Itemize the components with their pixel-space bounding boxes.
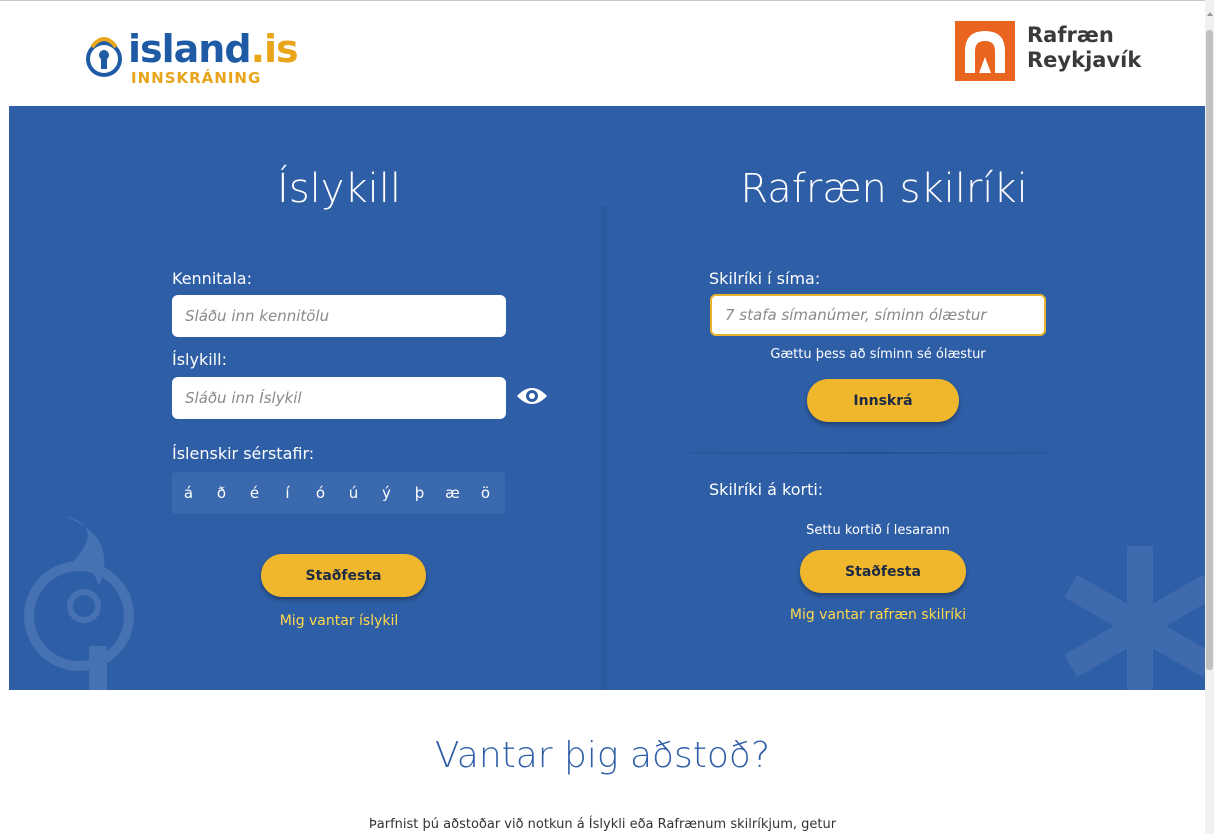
- kennitala-label: Kennitala:: [172, 269, 252, 288]
- header: island.is INNSKRÁNING Rafræn Reykjavík: [0, 1, 1205, 106]
- column-divider: [599, 206, 609, 690]
- char-i-acute[interactable]: í: [271, 484, 304, 502]
- scrollbar[interactable]: [1205, 0, 1214, 834]
- char-a-acute[interactable]: á: [172, 484, 205, 502]
- phone-note: Gættu þess að síminn sé ólæstur: [770, 347, 986, 362]
- phone-login-button[interactable]: Innskrá: [807, 379, 959, 422]
- show-password-eye-icon[interactable]: [515, 384, 549, 408]
- islykill-title: Íslykill: [277, 166, 401, 212]
- char-o-umlaut[interactable]: ö: [469, 484, 502, 502]
- islykill-label: Íslykill:: [172, 350, 227, 369]
- special-chars-bar: á ð é í ó ú ý þ æ ö: [172, 472, 505, 514]
- char-eth[interactable]: ð: [205, 484, 238, 502]
- card-label: Skilríki á korti:: [709, 480, 824, 499]
- scroll-thumb[interactable]: [1206, 30, 1213, 670]
- rafraen-title: Rafræn skilríki: [740, 166, 1028, 212]
- char-thorn[interactable]: þ: [403, 484, 436, 502]
- scroll-up-arrow-icon[interactable]: [1207, 12, 1213, 16]
- need-rafraen-link[interactable]: Mig vantar rafræn skilríki: [710, 607, 1046, 623]
- phone-input[interactable]: [710, 294, 1046, 336]
- logo-line-1: Rafræn: [1027, 23, 1114, 47]
- logo-wordmark: island.is: [128, 27, 299, 71]
- islykill-input[interactable]: [172, 377, 506, 419]
- islykill-submit-button[interactable]: Staðfesta: [261, 554, 426, 597]
- char-u-acute[interactable]: ú: [337, 484, 370, 502]
- card-note: Settu kortið í lesarann: [806, 523, 950, 538]
- section-divider: [629, 452, 1109, 454]
- logo-wordmark-right: Rafræn Reykjavík: [1027, 23, 1141, 73]
- keyhole-logo-icon: [86, 37, 122, 77]
- phone-label: Skilríki í síma:: [709, 269, 821, 288]
- char-o-acute[interactable]: ó: [304, 484, 337, 502]
- asterisk-decoration-icon: [1064, 546, 1205, 690]
- logo-subtitle: INNSKRÁNING: [131, 69, 262, 87]
- special-chars-label: Íslenskir sérstafir:: [172, 444, 315, 463]
- char-ae[interactable]: æ: [436, 484, 469, 502]
- rafraen-reykjavik-logo[interactable]: Rafræn Reykjavík: [955, 21, 1141, 81]
- logo-line-2: Reykjavík: [1027, 48, 1142, 72]
- kennitala-input[interactable]: [172, 295, 506, 337]
- help-text: Þarfnist þú aðstoðar við notkun á Íslykl…: [368, 817, 837, 832]
- card-submit-button[interactable]: Staðfesta: [800, 550, 966, 593]
- reykjavik-emblem-icon: [955, 21, 1015, 81]
- island-is-logo[interactable]: island.is INNSKRÁNING: [84, 27, 299, 89]
- need-islykill-link[interactable]: Mig vantar íslykil: [209, 613, 469, 629]
- char-y-acute[interactable]: ý: [370, 484, 403, 502]
- help-title: Vantar þig aðstoð?: [434, 735, 771, 776]
- login-panel: Íslykill Kennitala: Íslykill: Íslenskir …: [9, 106, 1205, 690]
- char-e-acute[interactable]: é: [238, 484, 271, 502]
- key-decoration-icon: [24, 516, 134, 690]
